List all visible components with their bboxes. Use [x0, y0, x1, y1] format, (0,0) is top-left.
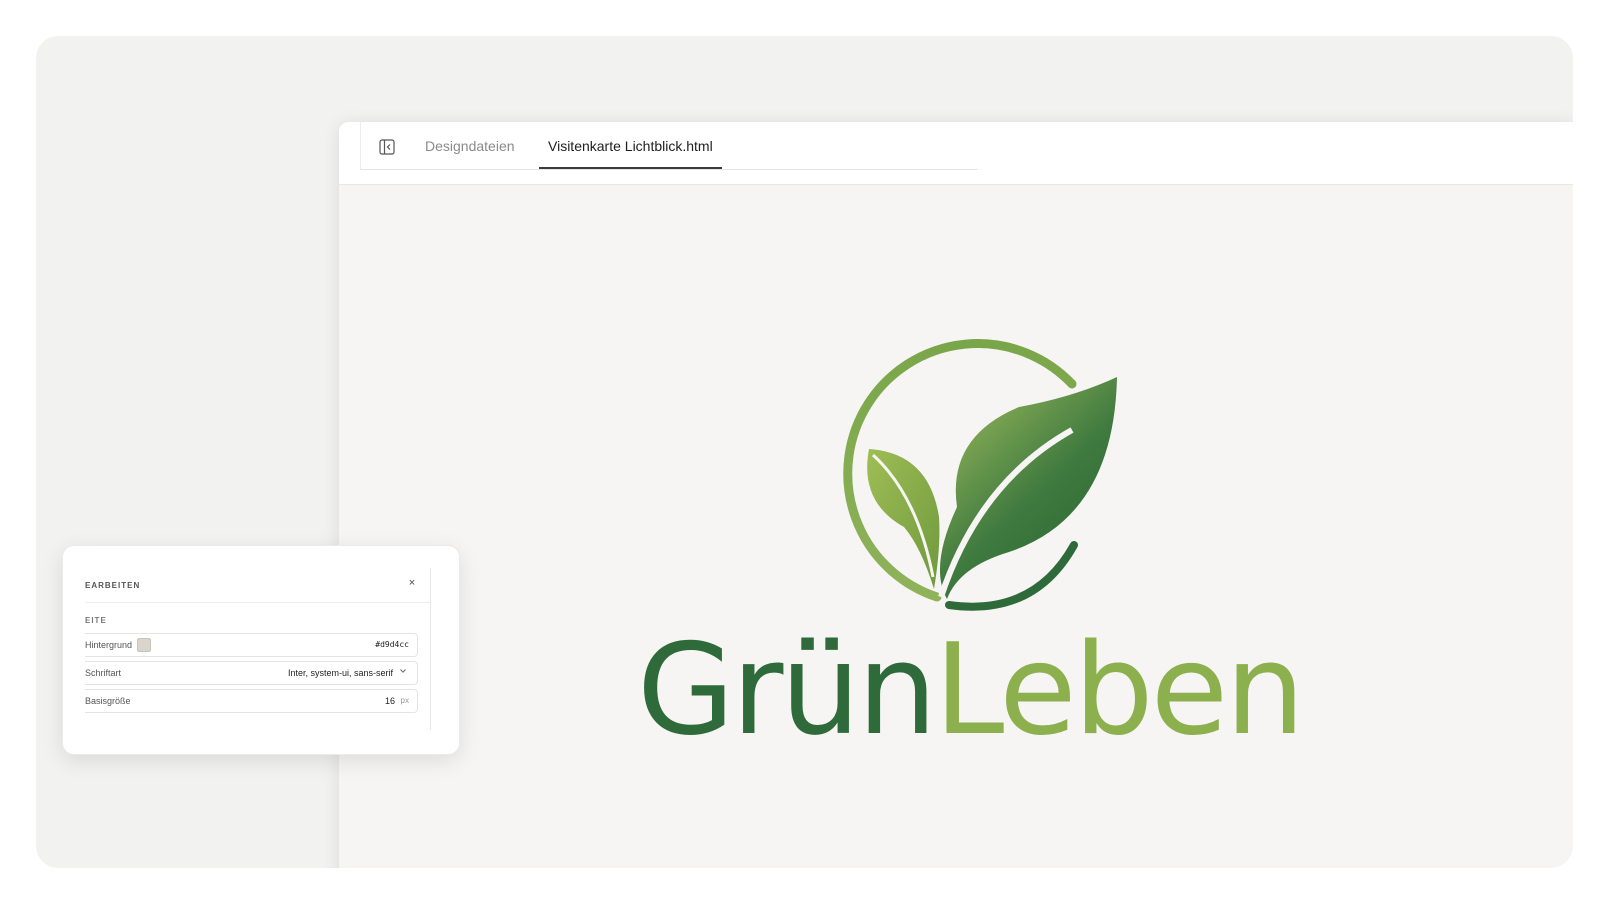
tab-strip: Designdateien Visitenkarte Lichtblick.ht…: [360, 122, 978, 170]
base-size-input[interactable]: Basisgröße 16 px: [85, 689, 418, 713]
property-label: Schriftart: [85, 668, 122, 678]
panel-title: EARBEITEN: [85, 581, 141, 590]
base-size-value[interactable]: 16: [385, 696, 395, 706]
editor-window: Designdateien Visitenkarte Lichtblick.ht…: [339, 122, 1573, 868]
leaf-circle-logo: [843, 339, 1117, 611]
sidebar-panel-icon[interactable]: [379, 139, 395, 155]
panel-header: EARBEITEN ×: [85, 568, 430, 603]
section-label: EITE: [85, 616, 107, 625]
color-swatch[interactable]: [137, 638, 151, 652]
property-label: Hintergrund: [85, 640, 133, 650]
edit-panel-card: EARBEITEN × EITE Hintergrund #d9d4cc Sch…: [62, 545, 460, 755]
design-canvas[interactable]: GrünLeben: [339, 185, 1573, 868]
stage-background: Designdateien Visitenkarte Lichtblick.ht…: [36, 36, 1573, 868]
chevron-down-icon[interactable]: [399, 667, 407, 675]
wordmark-part-gruen: Grün: [637, 616, 937, 763]
background-property-row[interactable]: Hintergrund #d9d4cc: [85, 633, 418, 657]
wordmark-part-leben: Leben: [934, 616, 1305, 763]
tab-visitenkarte[interactable]: Visitenkarte Lichtblick.html: [539, 122, 722, 169]
background-color-value[interactable]: #d9d4cc: [375, 640, 409, 649]
font-family-value[interactable]: Inter, system-ui, sans-serif: [288, 668, 393, 678]
brand-wordmark: GrünLeben: [637, 615, 1305, 765]
close-icon[interactable]: ×: [406, 577, 418, 589]
unit-label: px: [400, 696, 409, 705]
tab-bar: Designdateien Visitenkarte Lichtblick.ht…: [339, 122, 1573, 185]
edit-panel: EARBEITEN × EITE Hintergrund #d9d4cc Sch…: [85, 568, 431, 730]
font-family-select[interactable]: Schriftart Inter, system-ui, sans-serif: [85, 661, 418, 685]
property-label: Basisgröße: [85, 696, 131, 706]
tab-designdateien[interactable]: Designdateien: [416, 122, 524, 169]
